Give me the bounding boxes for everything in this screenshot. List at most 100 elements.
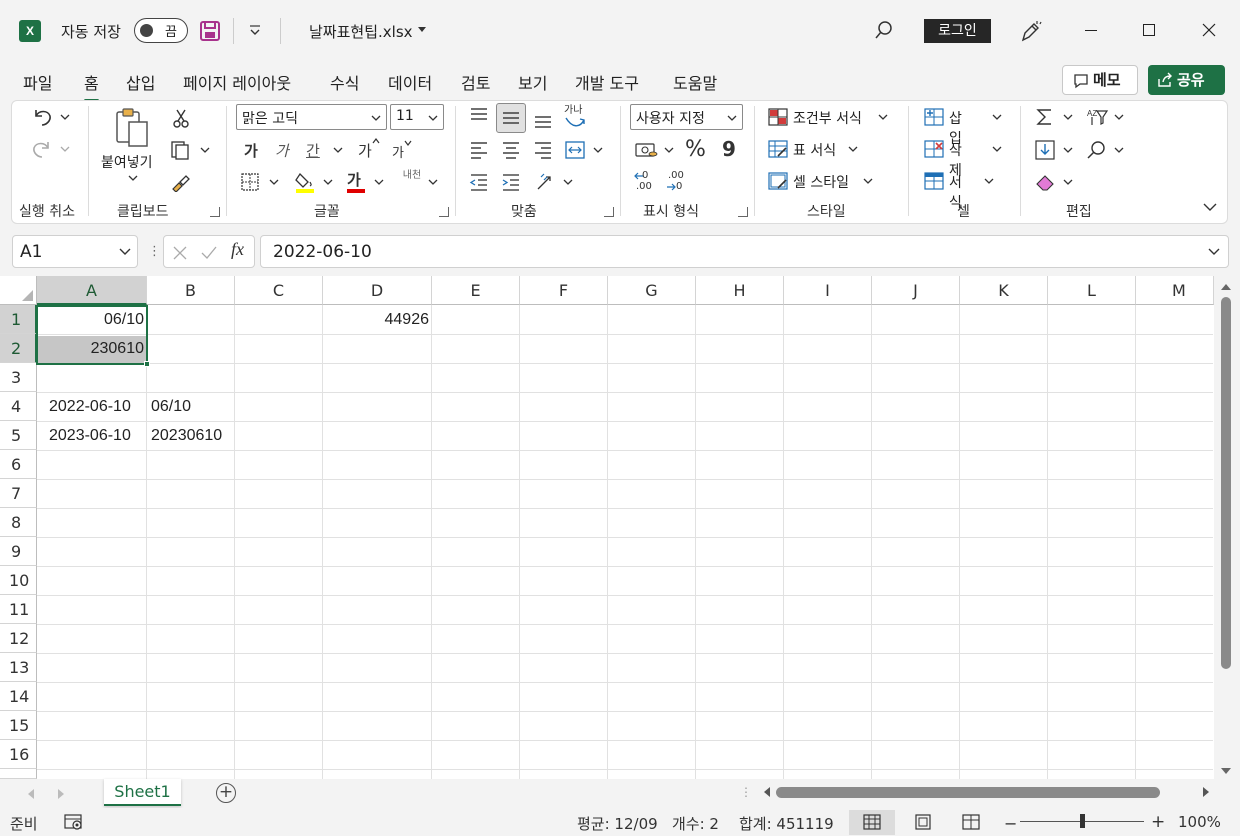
row-header-2[interactable]: 2 <box>0 334 37 363</box>
align-left-icon[interactable] <box>469 140 489 160</box>
shrink-font-button[interactable]: 가 <box>392 142 404 161</box>
tab-page-layout[interactable]: 페이지 레이아웃 <box>183 70 291 94</box>
row-header-5[interactable]: 5 <box>0 421 37 450</box>
row-header-11[interactable]: 11 <box>0 595 37 624</box>
tab-review[interactable]: 검토 <box>461 70 490 94</box>
fill-down-icon[interactable] <box>1035 140 1075 160</box>
worksheet-grid[interactable] <box>0 276 1240 779</box>
tab-formulas[interactable]: 수식 <box>330 70 359 94</box>
italic-button[interactable]: 가 <box>275 140 289 161</box>
tab-file[interactable]: 파일 <box>23 70 52 94</box>
horizontal-scroll-thumb[interactable] <box>776 787 1160 798</box>
save-icon[interactable] <box>199 20 221 42</box>
zoom-out-button[interactable]: − <box>1004 814 1017 833</box>
decrease-decimal-button[interactable]: .00 0 <box>666 170 692 194</box>
scroll-right-icon[interactable] <box>1202 787 1210 797</box>
cell-a4[interactable]: 2022-06-10 <box>49 392 147 421</box>
tab-data[interactable]: 데이터 <box>388 70 432 94</box>
column-header-i[interactable]: I <box>784 276 872 305</box>
row-header-3[interactable]: 3 <box>0 363 37 392</box>
column-header-b[interactable]: B <box>147 276 235 305</box>
paste-label[interactable]: 붙여넣기 <box>101 152 153 172</box>
copy-icon[interactable] <box>170 140 210 160</box>
cell-d1[interactable]: 44926 <box>323 305 432 334</box>
maximize-button[interactable] <box>1143 24 1155 36</box>
text-direction-icon[interactable] <box>535 172 575 192</box>
confirm-entry-icon[interactable] <box>200 245 218 261</box>
row-header-4[interactable]: 4 <box>0 392 37 421</box>
tab-developer[interactable]: 개발 도구 <box>575 70 639 94</box>
autosave-toggle[interactable]: 끔 <box>134 18 188 43</box>
cut-icon[interactable] <box>172 109 190 129</box>
cancel-entry-icon[interactable] <box>172 245 188 261</box>
vertical-scroll-thumb[interactable] <box>1221 297 1231 669</box>
row-header-10[interactable]: 10 <box>0 566 37 595</box>
align-top-icon[interactable] <box>469 106 489 126</box>
format-painter-icon[interactable] <box>170 172 190 192</box>
undo-icon[interactable] <box>30 106 70 128</box>
customize-qat-icon[interactable] <box>248 24 262 38</box>
chevron-down-icon[interactable] <box>428 178 438 186</box>
collapse-ribbon-icon[interactable] <box>1203 203 1217 211</box>
fill-handle[interactable] <box>144 361 150 367</box>
font-size-combo[interactable]: 11 <box>390 104 444 130</box>
column-header-l[interactable]: L <box>1048 276 1136 305</box>
grow-font-button[interactable]: 가 <box>358 140 372 161</box>
cell-b4[interactable]: 06/10 <box>151 392 235 421</box>
row-header-7[interactable]: 7 <box>0 479 37 508</box>
comma-style-button[interactable]: 9 <box>722 137 736 161</box>
formula-input[interactable]: 2022-06-10 <box>260 235 1229 268</box>
clipboard-launcher-icon[interactable] <box>210 207 220 217</box>
page-layout-view-button[interactable] <box>900 810 946 835</box>
orientation-button[interactable]: 가나 <box>564 106 586 128</box>
cell-b5[interactable]: 20230610 <box>151 421 235 450</box>
increase-decimal-button[interactable]: 0 .00 <box>634 170 660 194</box>
comments-button[interactable]: 메모 <box>1062 65 1138 95</box>
row-header-9[interactable]: 9 <box>0 537 37 566</box>
decrease-indent-icon[interactable] <box>469 172 489 192</box>
column-header-c[interactable]: C <box>235 276 323 305</box>
row-header-12[interactable]: 12 <box>0 624 37 653</box>
alignment-launcher-icon[interactable] <box>604 207 614 217</box>
row-header-15[interactable]: 15 <box>0 711 37 740</box>
font-color-icon[interactable]: 가 <box>347 170 387 194</box>
tab-help[interactable]: 도움말 <box>673 70 717 94</box>
row-header-13[interactable]: 13 <box>0 653 37 682</box>
tab-split-grip[interactable]: ⋮ <box>740 785 752 799</box>
number-launcher-icon[interactable] <box>738 207 748 217</box>
formula-bar-grip[interactable]: ⋮ <box>148 244 161 259</box>
tab-insert[interactable]: 삽입 <box>126 70 155 94</box>
underline-button[interactable]: 간 <box>306 140 320 161</box>
accounting-format-icon[interactable] <box>634 140 676 160</box>
scroll-left-icon[interactable] <box>763 787 771 797</box>
pen-icon[interactable] <box>1019 19 1043 43</box>
autosum-icon[interactable] <box>1035 107 1075 127</box>
font-launcher-icon[interactable] <box>439 207 449 217</box>
column-header-k[interactable]: K <box>960 276 1048 305</box>
align-middle-button[interactable] <box>496 103 526 133</box>
prev-sheet-icon[interactable] <box>27 789 35 799</box>
accessibility-icon[interactable] <box>64 813 84 831</box>
align-right-icon[interactable] <box>533 140 553 160</box>
column-header-j[interactable]: J <box>872 276 960 305</box>
paste-icon[interactable] <box>115 108 151 148</box>
column-header-d[interactable]: D <box>323 276 432 305</box>
insert-function-icon[interactable]: fx <box>231 239 244 260</box>
sort-filter-icon[interactable]: AZ <box>1086 107 1126 127</box>
expand-formula-icon[interactable] <box>1208 248 1220 256</box>
column-header-g[interactable]: G <box>608 276 696 305</box>
add-sheet-icon[interactable]: + <box>216 783 236 803</box>
percent-style-button[interactable]: % <box>685 137 706 162</box>
merge-center-icon[interactable] <box>564 140 604 160</box>
next-sheet-icon[interactable] <box>57 789 65 799</box>
font-name-combo[interactable]: 맑은 고딕 <box>236 104 387 130</box>
tab-home[interactable]: 홈 <box>84 70 99 102</box>
column-header-h[interactable]: H <box>696 276 784 305</box>
column-header-e[interactable]: E <box>432 276 520 305</box>
row-header-1[interactable]: 1 <box>0 305 37 334</box>
search-icon[interactable] <box>874 20 894 40</box>
row-header-8[interactable]: 8 <box>0 508 37 537</box>
login-button[interactable]: 로그인 <box>924 19 991 43</box>
find-select-icon[interactable] <box>1086 140 1126 160</box>
name-box[interactable]: A1 <box>12 235 138 268</box>
